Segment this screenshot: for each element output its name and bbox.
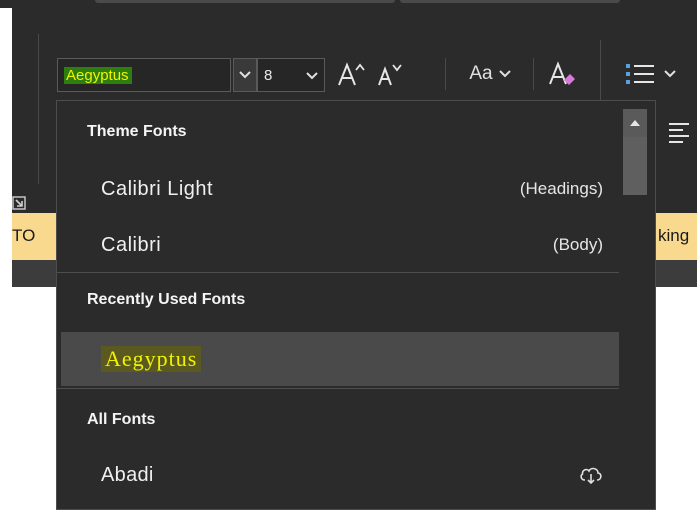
font-dropdown-menu: Theme Fonts Calibri Light (Headings) Cal… (56, 100, 656, 510)
font-item-calibri[interactable]: Calibri (Body) (57, 217, 619, 273)
section-header-recent-fonts: Recently Used Fonts (87, 291, 246, 308)
scroll-up-button[interactable] (623, 109, 647, 137)
title-strip (0, 0, 697, 8)
font-size-value[interactable]: 8 (264, 67, 272, 84)
menu-divider (57, 388, 619, 389)
font-item-calibri-light[interactable]: Calibri Light (Headings) (57, 161, 619, 217)
chevron-down-icon (239, 71, 251, 79)
font-name-dropdown-button[interactable] (233, 58, 257, 92)
font-size-box[interactable]: 8 (257, 58, 325, 92)
font-item-abadi[interactable]: Abadi (57, 447, 619, 503)
group-separator (38, 34, 39, 184)
change-case-button[interactable]: Aa (455, 56, 525, 92)
toolbar-separator (445, 58, 446, 90)
cloud-download-icon (580, 467, 602, 485)
message-bar-text-right: king (658, 226, 690, 245)
bullet-list-icon (626, 64, 654, 84)
chevron-down-icon (498, 70, 511, 78)
grow-font-button[interactable] (332, 56, 370, 92)
change-case-label: Aa (469, 63, 493, 84)
chevron-down-icon[interactable] (306, 65, 318, 85)
scroll-thumb[interactable] (623, 137, 647, 195)
bullets-button[interactable] (615, 56, 685, 92)
font-item-name: Abadi (101, 464, 154, 486)
font-item-tag: (Headings) (519, 179, 603, 198)
font-name-box[interactable]: Aegyptus (57, 58, 231, 92)
grow-font-icon (338, 62, 365, 86)
message-bar-text-left: TO (12, 226, 36, 245)
font-name-value[interactable]: Aegyptus (64, 67, 132, 84)
font-item-tag: (Body) (552, 235, 603, 254)
font-item-aegyptus[interactable]: Aegyptus (61, 332, 619, 386)
section-header-theme-fonts: Theme Fonts (87, 123, 187, 140)
menu-divider (57, 272, 619, 273)
font-item-name: Aegyptus (101, 346, 202, 372)
align-button[interactable] (662, 112, 696, 152)
dialog-launcher-icon (12, 196, 26, 210)
chevron-down-icon (664, 70, 676, 78)
triangle-up-icon (630, 120, 640, 126)
shrink-font-button[interactable] (372, 56, 408, 92)
menu-scrollbar[interactable] (619, 101, 655, 509)
clear-formatting-icon (549, 61, 575, 85)
font-item-name: Calibri (101, 234, 162, 256)
left-margin (0, 8, 12, 213)
clear-formatting-button[interactable] (543, 56, 581, 92)
font-item-name: Calibri Light (101, 178, 214, 200)
section-header-all-fonts: All Fonts (87, 411, 156, 428)
toolbar-separator (533, 58, 534, 90)
shrink-font-icon (378, 64, 402, 86)
align-left-icon (669, 123, 689, 143)
